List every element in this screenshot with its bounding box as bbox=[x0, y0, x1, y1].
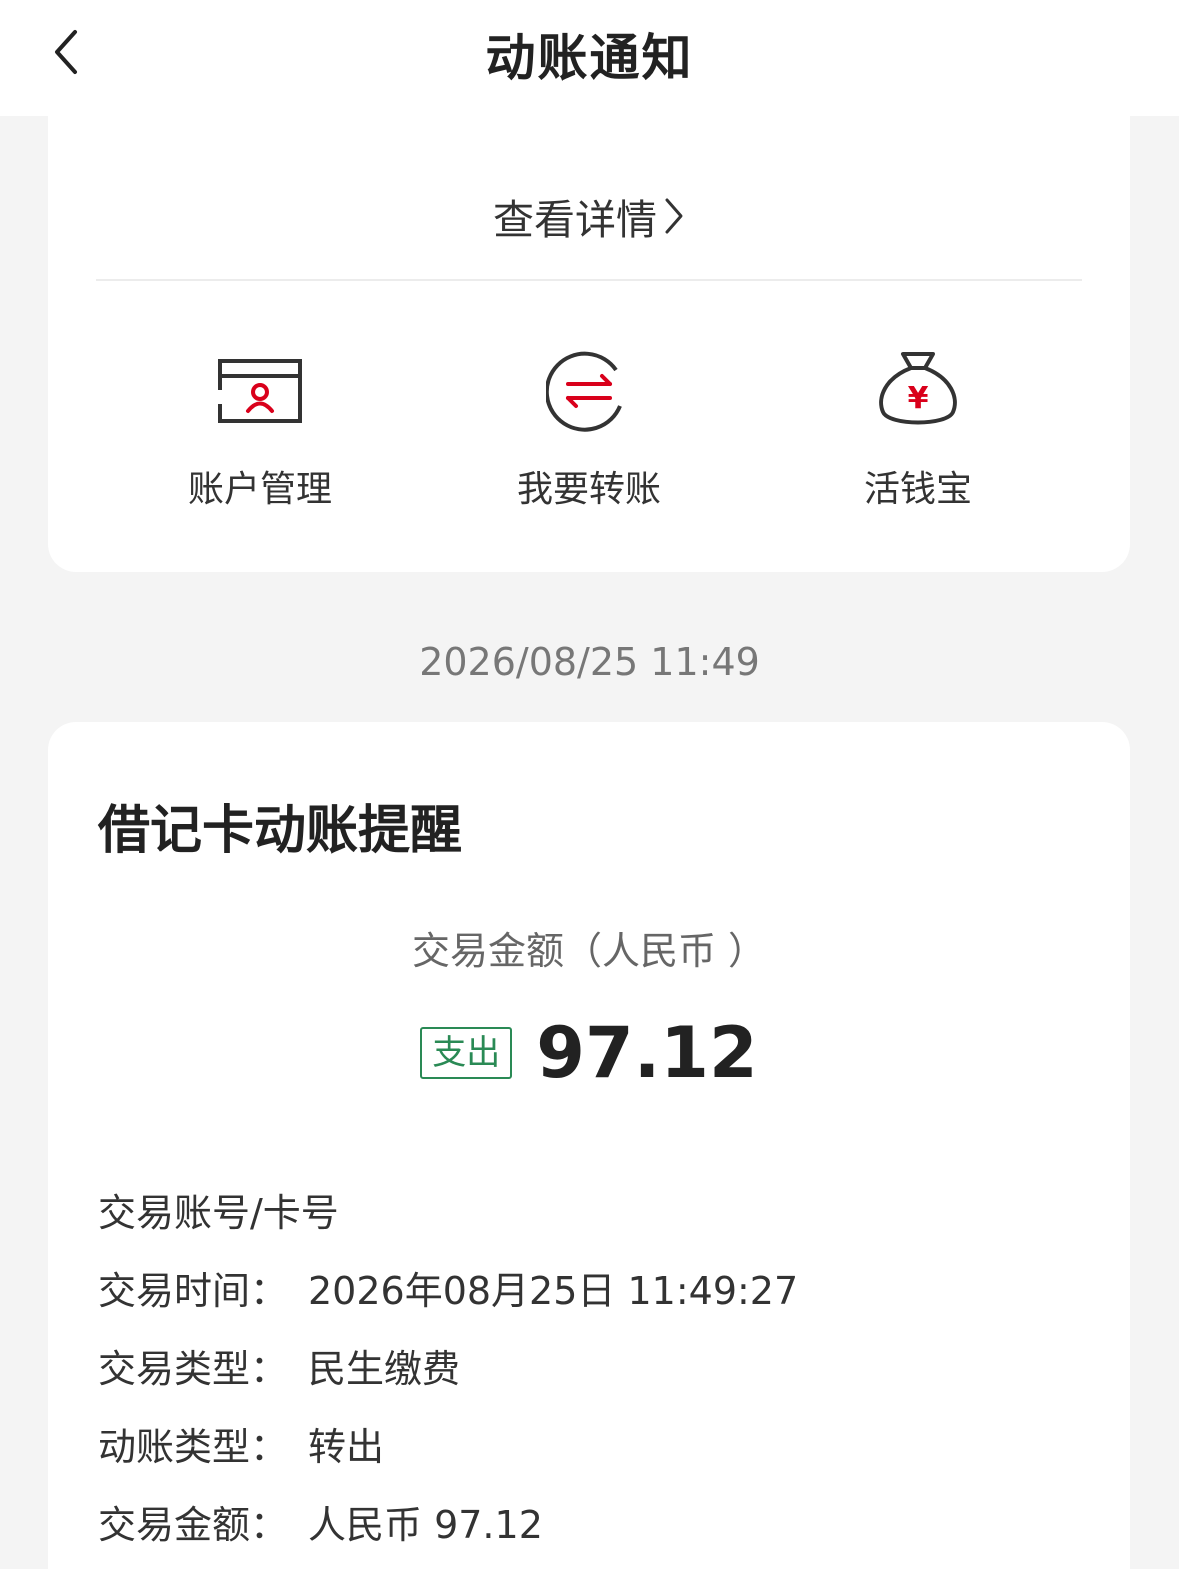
money-bag-icon: ¥ bbox=[873, 346, 963, 436]
shortcut-label: 活钱宝 bbox=[863, 469, 972, 510]
notification-card: 借记卡动账提醒 交易金额（人民币 ） 支出 97.12 交易账号/卡号 交易时间… bbox=[48, 722, 1130, 1569]
shortcut-label: 账户管理 bbox=[187, 469, 332, 510]
shortcut-label: 我要转账 bbox=[516, 469, 661, 510]
detail-label: 交易账号/卡号 bbox=[98, 1190, 339, 1235]
message-timestamp: 2026/08/25 11:49 bbox=[419, 640, 760, 684]
view-details-link[interactable]: 查看详情 bbox=[48, 186, 1130, 246]
amount-value: 97.12 bbox=[536, 1012, 758, 1094]
detail-value: 2026年08月25日 11:49:27 bbox=[308, 1268, 799, 1313]
shortcut-huoqianbao[interactable]: ¥ 活钱宝 bbox=[788, 346, 1048, 512]
shortcut-transfer[interactable]: 我要转账 bbox=[459, 346, 719, 512]
page: 动账通知 查看详情 账户管理 我要转账 ¥ 活钱宝 2026/08/25 11:… bbox=[0, 0, 1179, 1569]
account-card-icon bbox=[215, 346, 305, 436]
expense-badge: 支出 bbox=[420, 1027, 513, 1079]
transaction-details: 交易账号/卡号 交易时间： 2026年08月25日 11:49:27 交易类型：… bbox=[98, 1170, 1078, 1560]
detail-label: 交易时间： bbox=[98, 1268, 289, 1313]
detail-row-type: 交易类型： 民生缴费 bbox=[98, 1326, 1078, 1404]
detail-label: 交易类型： bbox=[98, 1346, 289, 1391]
detail-row-account: 交易账号/卡号 bbox=[98, 1170, 1078, 1248]
view-details-label: 查看详情 bbox=[493, 196, 657, 244]
notification-title: 借记卡动账提醒 bbox=[98, 801, 463, 861]
detail-label: 交易金额： bbox=[98, 1502, 289, 1547]
detail-value: 转出 bbox=[308, 1424, 385, 1469]
detail-label: 动账类型： bbox=[98, 1424, 289, 1469]
shortcut-card: 查看详情 账户管理 我要转账 ¥ 活钱宝 bbox=[48, 116, 1130, 572]
detail-row-movement-type: 动账类型： 转出 bbox=[98, 1404, 1078, 1482]
svg-text:¥: ¥ bbox=[908, 381, 929, 416]
detail-row-amount: 交易金额： 人民币 97.12 bbox=[98, 1482, 1078, 1560]
detail-value: 民生缴费 bbox=[308, 1346, 461, 1391]
divider bbox=[96, 279, 1082, 281]
header-bar: 动账通知 bbox=[0, 0, 1179, 116]
amount-row: 支出 97.12 bbox=[48, 1012, 1130, 1094]
chevron-right-icon bbox=[663, 196, 685, 236]
transfer-icon bbox=[544, 346, 634, 436]
page-title: 动账通知 bbox=[485, 29, 694, 87]
detail-value: 人民币 97.12 bbox=[308, 1502, 543, 1547]
detail-row-time: 交易时间： 2026年08月25日 11:49:27 bbox=[98, 1248, 1078, 1326]
amount-caption: 交易金额（人民币 ） bbox=[411, 929, 767, 973]
shortcut-account-management[interactable]: 账户管理 bbox=[130, 346, 390, 512]
